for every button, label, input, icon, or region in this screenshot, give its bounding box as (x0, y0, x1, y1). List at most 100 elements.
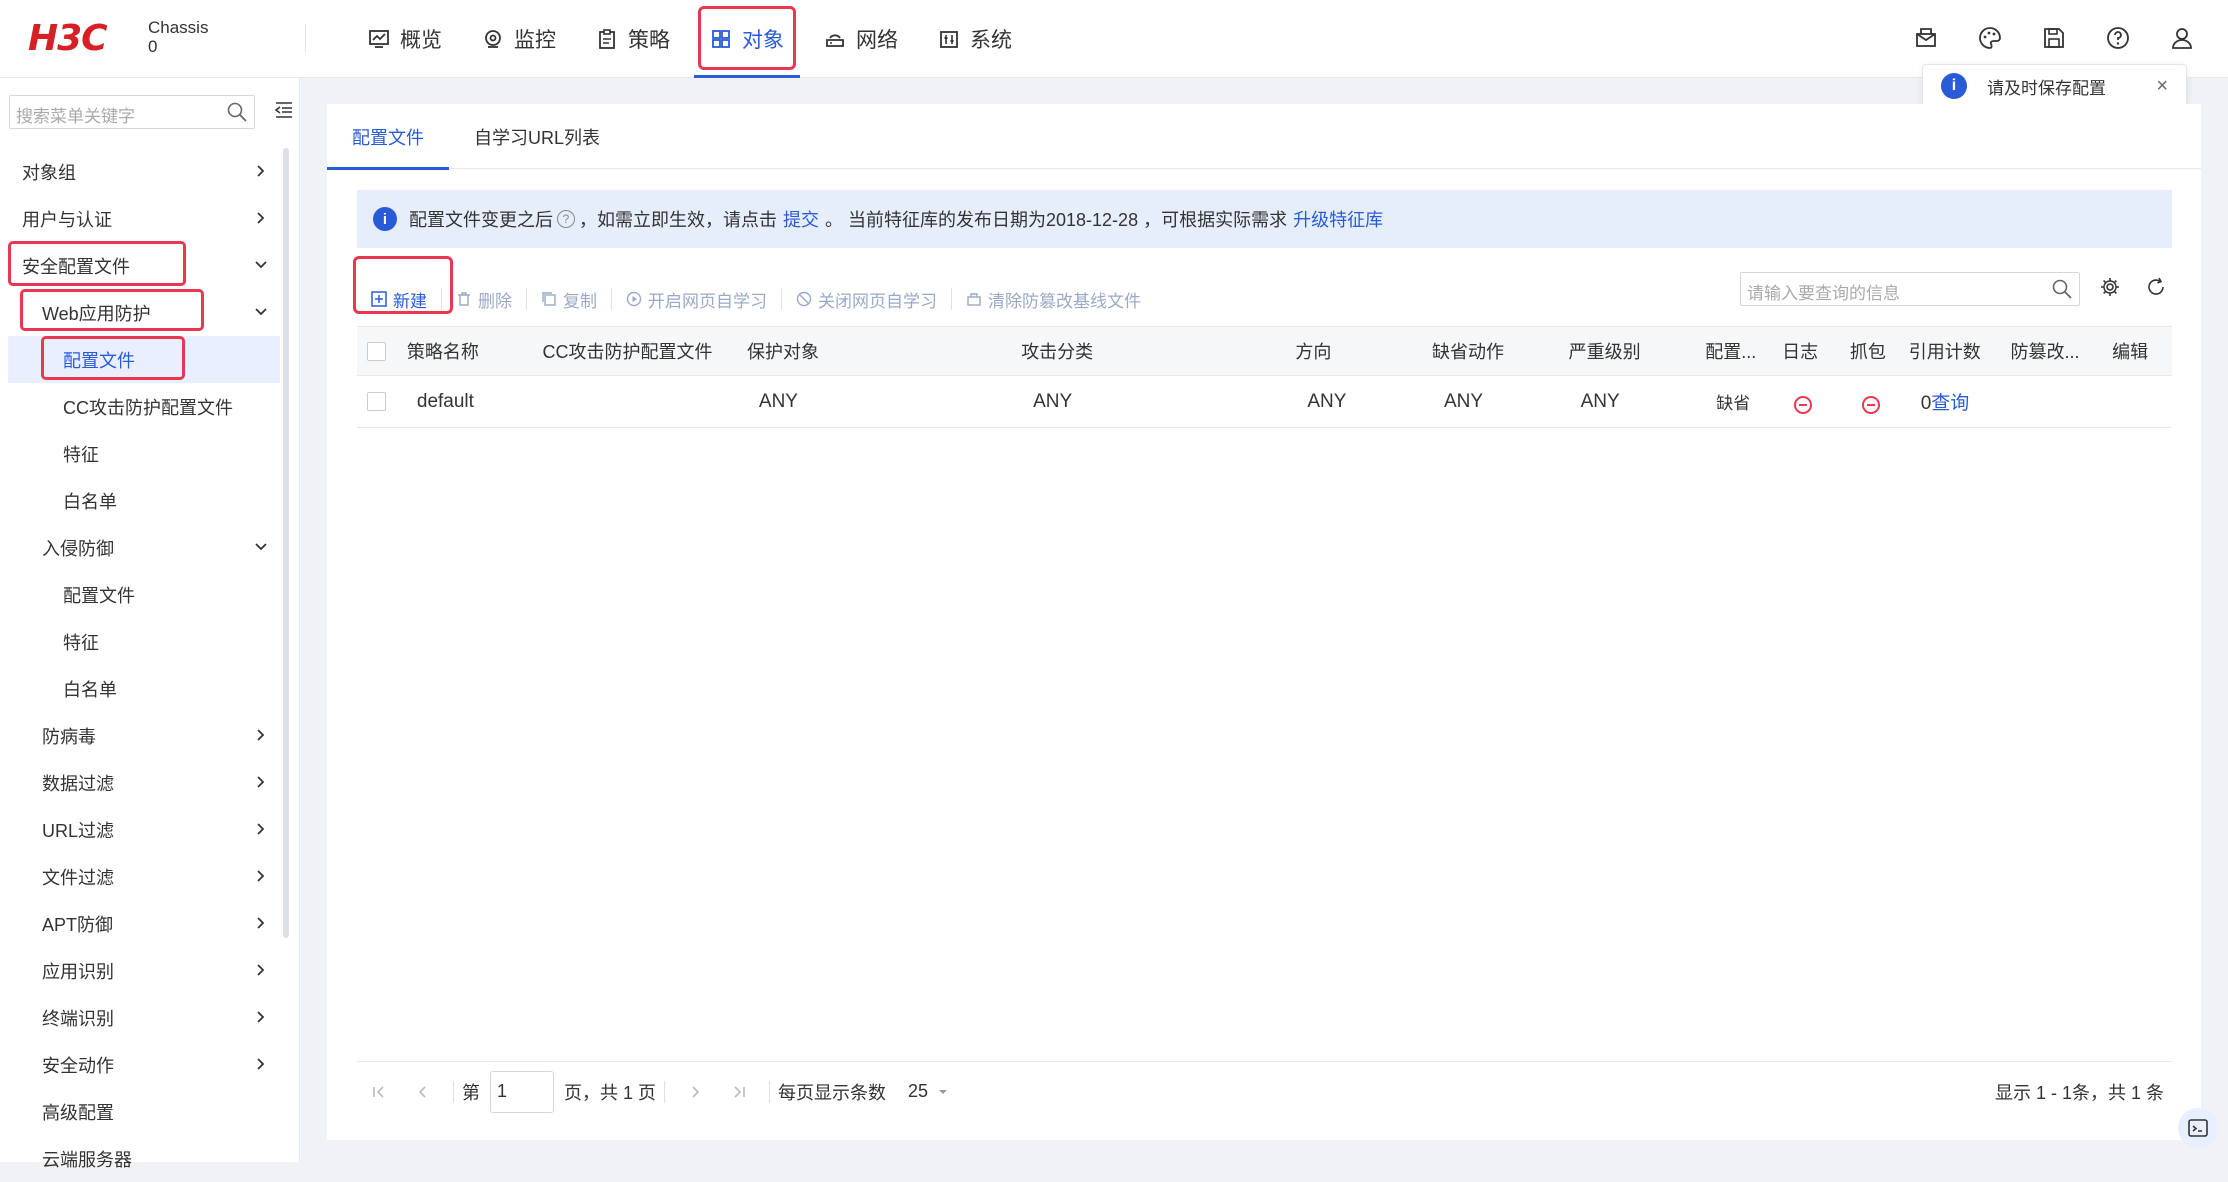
sidebar-item-label: 文件过滤 (42, 867, 114, 888)
refresh-icon[interactable] (2145, 276, 2167, 303)
submit-link[interactable]: 提交 (783, 206, 819, 232)
table-row[interactable]: default ANY ANY ANY ANY ANY 缺省 0查询 (357, 376, 2172, 428)
disable-learning-button[interactable]: 关闭网页自学习 (782, 282, 951, 316)
sidebar-item-ips-whitelist[interactable]: 白名单 (8, 665, 280, 712)
sidebar-item-cc-profile[interactable]: CC攻击防护配置文件 (8, 383, 280, 430)
last-page-icon[interactable] (731, 1084, 747, 1100)
sidebar-item-waf-whitelist[interactable]: 白名单 (8, 477, 280, 524)
ref-count-value: 0 (1920, 393, 1932, 414)
search-icon[interactable] (2051, 278, 2073, 305)
tab-profile[interactable]: 配置文件 (327, 104, 449, 170)
network-icon (824, 28, 846, 50)
query-search-input[interactable]: 请输入要查询的信息 (1740, 272, 2080, 306)
page-number-input[interactable]: 1 (490, 1070, 554, 1113)
nav-object[interactable]: 对象 (694, 0, 800, 78)
nav-policy[interactable]: 策略 (580, 0, 686, 78)
sidebar-item-label: 终端识别 (42, 1008, 114, 1029)
nav-network[interactable]: 网络 (808, 0, 914, 78)
sidebar-item-antivirus[interactable]: 防病毒 (8, 712, 280, 759)
clear-icon (966, 291, 982, 307)
terminal-button[interactable] (2178, 1108, 2218, 1148)
page-size-select[interactable]: 25 (908, 1081, 950, 1102)
nav-system[interactable]: 系统 (922, 0, 1028, 78)
play-icon (626, 291, 642, 307)
menu-search-input[interactable]: 搜索菜单关键字 (9, 95, 255, 129)
sidebar-item-file-filter[interactable]: 文件过滤 (8, 853, 280, 900)
notice-bar: i 配置文件变更之后 ? ，如需立即生效，请点击 提交 。 当前特征库的发布日期… (357, 190, 2172, 248)
nav-overview[interactable]: 概览 (352, 0, 458, 78)
sidebar-item-ips-profile[interactable]: 配置文件 (8, 571, 280, 618)
col-config[interactable]: 配置... (1705, 338, 1782, 364)
sidebar-scrollbar[interactable] (283, 148, 289, 938)
next-page-icon[interactable] (687, 1084, 703, 1100)
col-severity[interactable]: 严重级别 (1569, 338, 1706, 364)
tab-bar: 配置文件 自学习URL列表 (327, 104, 2201, 170)
copy-button[interactable]: 复制 (527, 282, 611, 316)
prev-page-icon[interactable] (415, 1084, 431, 1100)
col-capture[interactable]: 抓包 (1850, 338, 1909, 364)
sidebar-item-app-identify[interactable]: 应用识别 (8, 947, 280, 994)
sidebar-item-apt[interactable]: APT防御 (8, 900, 280, 947)
sidebar-item-label: 安全动作 (42, 1055, 114, 1076)
enable-learning-button[interactable]: 开启网页自学习 (612, 282, 781, 316)
col-ref-count[interactable]: 引用计数 (1909, 338, 2011, 364)
log-disabled-icon[interactable] (1794, 395, 1813, 414)
search-icon[interactable] (226, 101, 248, 128)
col-log[interactable]: 日志 (1782, 338, 1850, 364)
col-protect-object[interactable]: 保护对象 (747, 338, 1021, 364)
delete-button[interactable]: 删除 (442, 282, 526, 316)
col-default-action[interactable]: 缺省动作 (1432, 338, 1569, 364)
sidebar-item-label: 入侵防御 (42, 538, 114, 559)
sidebar-item-ips-signature[interactable]: 特征 (8, 618, 280, 665)
col-cc-profile[interactable]: CC攻击防护配置文件 (543, 338, 747, 364)
help-icon[interactable]: ? (557, 210, 575, 228)
query-link[interactable]: 查询 (1931, 393, 1969, 414)
chevron-right-icon (257, 1011, 265, 1023)
nav-policy-label: 策略 (628, 29, 670, 52)
collapse-menu-icon[interactable] (274, 100, 294, 125)
nav-monitor[interactable]: 监控 (466, 0, 572, 78)
gear-icon[interactable] (2099, 276, 2121, 303)
sidebar-item-data-filter[interactable]: 数据过滤 (8, 759, 280, 806)
sidebar-item-url-filter[interactable]: URL过滤 (8, 806, 280, 853)
capture-disabled-icon[interactable] (1861, 395, 1880, 414)
first-page-icon[interactable] (371, 1084, 387, 1100)
top-divider (305, 24, 306, 52)
sidebar-item-advanced[interactable]: 高级配置 (8, 1088, 280, 1135)
sidebar-item-ips[interactable]: 入侵防御 (8, 524, 280, 571)
help-icon[interactable] (2102, 22, 2134, 54)
row-checkbox[interactable] (367, 392, 386, 411)
sidebar-item-cloud-server[interactable]: 云端服务器 (8, 1135, 280, 1182)
sidebar-item-object-group[interactable]: 对象组 (8, 148, 280, 195)
col-attack-class[interactable]: 攻击分类 (1021, 338, 1295, 364)
col-tamper[interactable]: 防篡改... (2010, 338, 2112, 364)
copy-button-label: 复制 (563, 291, 597, 311)
col-name[interactable]: 策略名称 (407, 338, 543, 364)
pagination-divider (453, 1080, 454, 1103)
select-all-checkbox[interactable] (367, 341, 386, 361)
palette-icon[interactable] (1974, 22, 2006, 54)
table-header: 策略名称 CC攻击防护配置文件 保护对象 攻击分类 方向 缺省动作 严重级别 配… (357, 326, 2172, 376)
close-icon[interactable]: × (2156, 75, 2168, 98)
menu-search-placeholder: 搜索菜单关键字 (16, 107, 135, 126)
toolbar: 新建 删除 复制 开启网页自学习 关闭网页自学习 清除防篡改基线文件 (357, 276, 1155, 322)
tab-learned-url[interactable]: 自学习URL列表 (449, 104, 625, 169)
col-direction[interactable]: 方向 (1295, 338, 1432, 364)
sidebar-item-label: 云端服务器 (42, 1149, 132, 1170)
chevron-down-icon (255, 308, 267, 316)
save-icon[interactable] (2038, 22, 2070, 54)
sidebar-item-waf-signature[interactable]: 特征 (8, 430, 280, 477)
mail-icon[interactable] (1910, 22, 1942, 54)
device-name: Chassis (148, 18, 209, 37)
user-icon[interactable] (2166, 22, 2198, 54)
clear-baseline-button[interactable]: 清除防篡改基线文件 (952, 282, 1155, 316)
col-edit[interactable]: 编辑 (2112, 338, 2172, 364)
page-size-value: 25 (908, 1081, 929, 1101)
highlight-waf (20, 289, 204, 331)
upgrade-signature-link[interactable]: 升级特征库 (1293, 206, 1383, 232)
sidebar-item-security-action[interactable]: 安全动作 (8, 1041, 280, 1088)
pagination: 第 1 页，共 1 页 每页显示条数 25 显示 1 - 1条，共 1 条 (357, 1061, 2172, 1121)
sidebar-item-terminal-identify[interactable]: 终端识别 (8, 994, 280, 1041)
sidebar-item-user-auth[interactable]: 用户与认证 (8, 195, 280, 242)
pagination-divider (664, 1080, 666, 1103)
